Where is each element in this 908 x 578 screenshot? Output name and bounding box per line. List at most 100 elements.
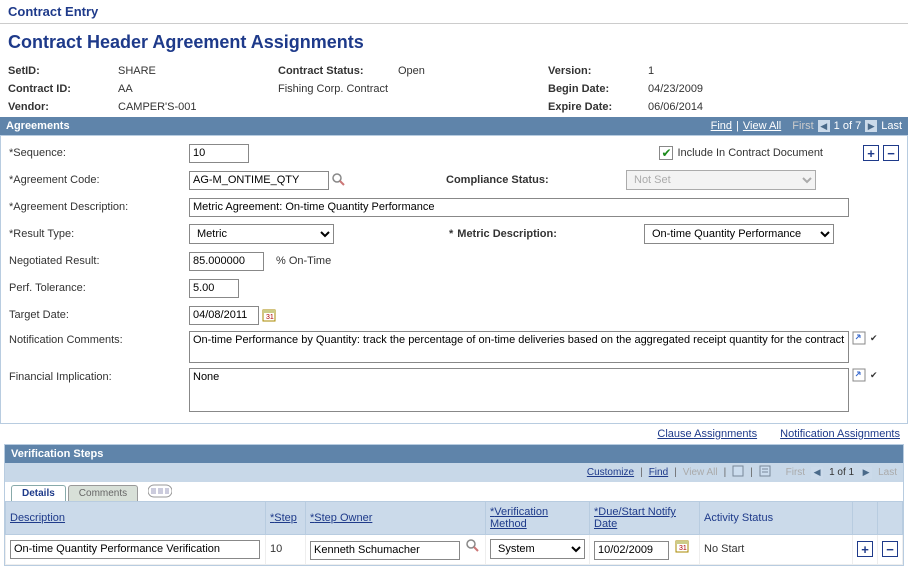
setid-label: SetID:: [8, 65, 118, 77]
vendor-value: CAMPER'S-001: [118, 101, 548, 113]
compliance-status-select: Not Set: [626, 170, 816, 190]
verification-toolbar: Customize | Find | View All | | First ◀ …: [5, 463, 903, 482]
sequence-input[interactable]: [189, 144, 249, 163]
version-label: Version:: [548, 65, 648, 77]
grid-download-icon[interactable]: [759, 465, 771, 480]
breadcrumb: Contract Entry: [0, 0, 908, 24]
row-step: 10: [266, 535, 306, 565]
contract-name: Fishing Corp. Contract: [278, 83, 548, 95]
svg-text:✔: ✔: [870, 333, 878, 343]
grid-find-link[interactable]: Find: [649, 467, 668, 478]
finimpl-spellcheck-icon[interactable]: ✔: [869, 368, 883, 382]
col-step-owner[interactable]: Step Owner: [310, 512, 372, 524]
table-row: 10 System 31: [6, 535, 903, 565]
grid-prev-icon[interactable]: ◀: [811, 467, 823, 479]
notification-assignments-link[interactable]: Notification Assignments: [780, 428, 900, 440]
assignment-links: Clause Assignments Notification Assignme…: [0, 424, 908, 444]
row-activity: No Start: [700, 535, 853, 565]
neg-result-input[interactable]: [189, 252, 264, 271]
target-date-label: Target Date:: [9, 309, 189, 321]
fin-impl-label: Financial Implication:: [9, 368, 189, 383]
contract-status-label: Contract Status:: [278, 65, 398, 77]
grid-next-icon[interactable]: ▶: [860, 467, 872, 479]
result-type-select[interactable]: Metric: [189, 224, 334, 244]
agreement-code-label: Agreement Code:: [9, 174, 189, 186]
include-label: Include In Contract Document: [677, 147, 823, 159]
sequence-label: Sequence:: [9, 147, 189, 159]
notif-expand-icon[interactable]: [852, 331, 866, 345]
vendor-label: Vendor:: [8, 101, 118, 113]
agreements-bar-title: Agreements: [6, 120, 70, 132]
svg-text:31: 31: [679, 545, 687, 552]
target-date-calendar-icon[interactable]: 31: [262, 308, 276, 322]
delete-row-button[interactable]: −: [883, 145, 899, 161]
agreements-first-label: First: [792, 120, 813, 132]
col-activity: Activity Status: [704, 512, 773, 524]
metric-desc-label: Metric Description:: [449, 228, 579, 240]
add-row-button[interactable]: +: [863, 145, 879, 161]
notif-comments-textarea[interactable]: [189, 331, 849, 363]
notif-spellcheck-icon[interactable]: ✔: [869, 331, 883, 345]
version-value: 1: [648, 65, 748, 77]
grid-last: Last: [878, 467, 897, 478]
agreements-counter: 1 of 7: [834, 120, 862, 132]
agreements-prev-icon[interactable]: ◀: [818, 120, 830, 132]
row-add-button[interactable]: +: [857, 541, 873, 557]
check-icon: ✔: [661, 147, 671, 159]
include-checkbox[interactable]: ✔: [659, 146, 673, 160]
grid-zoom-icon[interactable]: [732, 465, 744, 480]
verification-tabs: Details Comments: [5, 482, 903, 501]
verification-grid: Description Step Step Owner Verification…: [5, 501, 903, 565]
step-owner-lookup-icon[interactable]: [466, 539, 480, 553]
grid-customize-link[interactable]: Customize: [587, 467, 634, 478]
agreements-next-icon[interactable]: ▶: [865, 120, 877, 132]
col-step[interactable]: Step: [270, 512, 297, 524]
perf-tol-input[interactable]: [189, 279, 239, 298]
contract-id-value: AA: [118, 83, 278, 95]
grid-viewall: View All: [683, 467, 718, 478]
agreement-desc-input[interactable]: [189, 198, 849, 217]
notif-comments-label: Notification Comments:: [9, 331, 189, 346]
grid-first: First: [786, 467, 805, 478]
agreement-desc-label: Agreement Description:: [9, 201, 189, 213]
finimpl-expand-icon[interactable]: [852, 368, 866, 382]
row-delete-button[interactable]: −: [882, 541, 898, 557]
verification-bar: Verification Steps: [5, 445, 903, 463]
tab-comments[interactable]: Comments: [68, 485, 138, 501]
due-date-calendar-icon[interactable]: 31: [675, 539, 689, 553]
contract-id-label: Contract ID:: [8, 83, 118, 95]
agreements-bar: Agreements Find | View All First ◀ 1 of …: [0, 117, 908, 135]
contract-status-value: Open: [398, 65, 548, 77]
agreements-body: Sequence: ✔ Include In Contract Document…: [0, 135, 908, 424]
expire-date-value: 06/06/2014: [648, 101, 748, 113]
tab-details[interactable]: Details: [11, 485, 66, 501]
metric-desc-select[interactable]: On-time Quantity Performance: [644, 224, 834, 244]
col-verif-method[interactable]: Verification Method: [490, 506, 548, 530]
begin-date-label: Begin Date:: [548, 83, 648, 95]
agreement-code-lookup-icon[interactable]: [332, 173, 346, 187]
svg-text:31: 31: [266, 314, 274, 321]
agreements-last-label[interactable]: Last: [881, 120, 902, 132]
compliance-status-label: Compliance Status:: [446, 174, 576, 186]
fin-impl-textarea[interactable]: [189, 368, 849, 412]
expire-date-label: Expire Date:: [548, 101, 648, 113]
begin-date-value: 04/23/2009: [648, 83, 748, 95]
row-step-owner-input[interactable]: [310, 541, 460, 560]
row-description-input[interactable]: [10, 540, 260, 559]
agreements-viewall-link[interactable]: View All: [743, 120, 781, 132]
tab-expand-icon[interactable]: [148, 484, 172, 501]
clause-assignments-link[interactable]: Clause Assignments: [657, 428, 757, 440]
setid-value: SHARE: [118, 65, 278, 77]
agreements-find-link[interactable]: Find: [711, 120, 732, 132]
agreement-code-input[interactable]: [189, 171, 329, 190]
perf-tol-label: Perf. Tolerance:: [9, 282, 189, 294]
neg-result-unit: % On-Time: [276, 255, 331, 267]
row-due-date-input[interactable]: [594, 541, 669, 560]
svg-text:✔: ✔: [870, 370, 878, 380]
row-verif-method-select[interactable]: System: [490, 539, 585, 559]
col-due-date[interactable]: Due/Start Notify Date: [594, 506, 676, 530]
target-date-input[interactable]: [189, 306, 259, 325]
verification-bar-title: Verification Steps: [11, 448, 103, 460]
col-description[interactable]: Description: [10, 512, 65, 524]
neg-result-label: Negotiated Result:: [9, 255, 189, 267]
